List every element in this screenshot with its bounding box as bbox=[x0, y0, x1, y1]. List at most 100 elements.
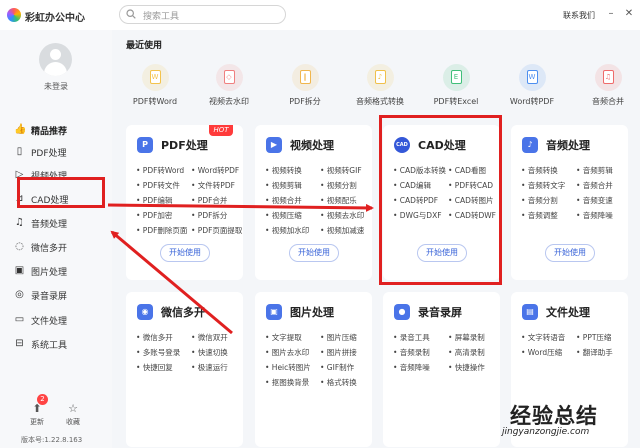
recent-tool-icon: ♫ bbox=[594, 64, 622, 91]
card-tool-link[interactable]: • 微信多开 bbox=[136, 332, 173, 343]
card-tool-link[interactable]: • 多账号登录 bbox=[136, 347, 180, 358]
card-tool-link[interactable]: • 视频合并 bbox=[265, 195, 302, 206]
card-tool-link[interactable]: • 抠图换背景 bbox=[265, 377, 309, 388]
recent-tool-icon: W bbox=[518, 64, 546, 91]
card-tool-link[interactable]: • 文字转语音 bbox=[521, 332, 565, 343]
pdf-icon: ▯ bbox=[16, 146, 23, 157]
card-tool-link[interactable]: • 格式转换 bbox=[320, 377, 357, 388]
card-tool-link[interactable]: • 音频调整 bbox=[521, 210, 558, 221]
card-tool-link[interactable]: • 视频剪辑 bbox=[265, 180, 302, 191]
card-tool-link[interactable]: • 翻译助手 bbox=[576, 347, 613, 358]
card-tool-link[interactable]: • 音频转换 bbox=[521, 165, 558, 176]
card-tool-link[interactable]: • Word转PDF bbox=[191, 165, 239, 176]
sidebar-item-system[interactable]: ⊟ 系统工具 bbox=[0, 333, 112, 355]
card-tool-link[interactable]: • 音频剪辑 bbox=[576, 165, 613, 176]
card-tool-link[interactable]: • 文字提取 bbox=[265, 332, 302, 343]
recent-item[interactable]: ♫ 音频合并 bbox=[571, 64, 640, 107]
contact-us-link[interactable]: 联系我们 bbox=[563, 10, 595, 21]
close-icon[interactable]: ✕ bbox=[623, 8, 635, 20]
card-tool-link[interactable]: • PDF转Word bbox=[136, 165, 184, 176]
start-use-button[interactable]: 开始使用 bbox=[160, 244, 210, 262]
sidebar-item-image[interactable]: ▣ 图片处理 bbox=[0, 260, 112, 282]
recent-item-label: PDF转Excel bbox=[433, 97, 479, 106]
sidebar-item-audio[interactable]: ♫ 音频处理 bbox=[0, 212, 112, 234]
recent-tool-glyph: ♫ bbox=[602, 70, 614, 84]
sidebar-item-record[interactable]: ◎ 录音录屏 bbox=[0, 284, 112, 306]
minimize-icon[interactable]: – bbox=[605, 8, 617, 20]
recent-item[interactable]: ◇ 视频去水印 bbox=[192, 64, 266, 107]
login-status[interactable]: 未登录 bbox=[0, 81, 112, 92]
card-tool-link[interactable]: • 音频变速 bbox=[576, 195, 613, 206]
card-tool-link[interactable]: • GIF制作 bbox=[320, 362, 354, 373]
card-tool-link[interactable]: • 快捷回复 bbox=[136, 362, 173, 373]
card-tool-link[interactable]: • 视频加水印 bbox=[265, 225, 309, 236]
card-tool-link[interactable]: • PDF删除页面 bbox=[136, 225, 187, 236]
watermark-brand: 经验总结 bbox=[510, 400, 598, 430]
sidebar-item-file[interactable]: ▭ 文件处理 bbox=[0, 309, 112, 331]
sidebar-item-pdf[interactable]: ▯ PDF处理 bbox=[0, 141, 112, 163]
card-tool-link[interactable]: • 音频合并 bbox=[576, 180, 613, 191]
recent-item[interactable]: W Word转PDF bbox=[495, 64, 569, 107]
sidebar-item-label: 图片处理 bbox=[31, 268, 68, 278]
watermark-brand-text: 经验总结 bbox=[510, 404, 598, 428]
card-tool-link[interactable]: • 视频加减速 bbox=[320, 225, 364, 236]
recent-item-label: Word转PDF bbox=[509, 97, 555, 106]
tool-card[interactable]: ◉ 微信多开 • 微信多开 • 微信双开 • 多账号登录 • 快速切换 • 快捷回复 • 极速… bbox=[126, 292, 243, 447]
start-use-button[interactable]: 开始使用 bbox=[545, 244, 595, 262]
card-tool-link[interactable]: • 微信双开 bbox=[191, 332, 228, 343]
card-tool-link[interactable]: • 极速运行 bbox=[191, 362, 228, 373]
card-tool-link[interactable]: • 视频转GIF bbox=[320, 165, 362, 176]
card-title: PDF处理 bbox=[161, 139, 208, 152]
card-tool-link[interactable]: • PPT压缩 bbox=[576, 332, 611, 343]
recent-item[interactable]: E PDF转Excel bbox=[419, 64, 493, 107]
recent-item[interactable]: W PDF转Word bbox=[118, 64, 192, 107]
folder-icon: ▭ bbox=[14, 314, 25, 325]
card-tool-link[interactable]: • 录音工具 bbox=[393, 332, 430, 343]
card-tool-link[interactable]: • 视频压缩 bbox=[265, 210, 302, 221]
card-tool-link[interactable]: • 音频转文字 bbox=[521, 180, 565, 191]
card-tool-link[interactable]: • 图片去水印 bbox=[265, 347, 309, 358]
card-tool-link[interactable]: • 音频降噪 bbox=[576, 210, 613, 221]
tool-card[interactable]: ▣ 图片处理 • 文字提取 • 图片压缩 • 图片去水印 • 图片拼接 • Heic转图片 •… bbox=[255, 292, 372, 447]
card-tool-link[interactable]: • 音频降噪 bbox=[393, 362, 430, 373]
card-tool-link[interactable]: • 高清录制 bbox=[448, 347, 485, 358]
card-tool-link[interactable]: • PDF加密 bbox=[136, 210, 172, 221]
start-use-button[interactable]: 开始使用 bbox=[289, 244, 339, 262]
card-tool-link[interactable]: • 图片拼接 bbox=[320, 347, 357, 358]
card-tool-link[interactable]: • 音频分割 bbox=[521, 195, 558, 206]
card-tool-link[interactable]: • 快捷操作 bbox=[448, 362, 485, 373]
recent-tool-glyph: ♪ bbox=[374, 70, 386, 84]
card-tool-link[interactable]: • 视频转换 bbox=[265, 165, 302, 176]
tool-card[interactable]: ▶ 视频处理 • 视频转换 • 视频转GIF • 视频剪辑 • 视频分割 • 视频合并 • 视… bbox=[255, 125, 372, 280]
collect-button[interactable]: ☆ 收藏 bbox=[61, 402, 85, 427]
sidebar-item-wechat[interactable]: ◌ 微信多开 bbox=[0, 236, 112, 258]
search-box[interactable]: 搜索工具 bbox=[119, 5, 286, 24]
card-tool-link[interactable]: • 视频去水印 bbox=[320, 210, 364, 221]
cad-sidebar-highlight bbox=[17, 177, 105, 208]
tool-card[interactable]: ♪ 音频处理 • 音频转换 • 音频剪辑 • 音频转文字 • 音频合并 • 音频分割 • 音频… bbox=[511, 125, 628, 280]
card-tool-link[interactable]: • 快速切换 bbox=[191, 347, 228, 358]
recent-item[interactable]: ‖ PDF拆分 bbox=[268, 64, 342, 107]
card-tool-link[interactable]: • 视频分割 bbox=[320, 180, 357, 191]
card-tool-link[interactable]: • PDF合并 bbox=[191, 195, 227, 206]
card-tool-link[interactable]: • PDF编辑 bbox=[136, 195, 172, 206]
avatar[interactable] bbox=[39, 43, 72, 76]
card-tool-link[interactable]: • 图片压缩 bbox=[320, 332, 357, 343]
card-tool-link[interactable]: • 视频配乐 bbox=[320, 195, 357, 206]
tool-card[interactable]: P PDF处理 HOT • PDF转Word • Word转PDF • PDF转文件 • 文… bbox=[126, 125, 243, 280]
update-button[interactable]: ⬆ 更新 bbox=[25, 402, 49, 427]
card-tool-link[interactable]: • Heic转图片 bbox=[265, 362, 311, 373]
card-tool-link[interactable]: • Word压缩 bbox=[521, 347, 562, 358]
card-tool-link[interactable]: • 屏幕录制 bbox=[448, 332, 485, 343]
recent-item[interactable]: ♪ 音频格式转换 bbox=[343, 64, 417, 107]
search-input[interactable]: 搜索工具 bbox=[143, 9, 179, 22]
card-tool-link[interactable]: • PDF页面提取 bbox=[191, 225, 242, 236]
card-tool-link[interactable]: • PDF拆分 bbox=[191, 210, 227, 221]
search-icon bbox=[126, 9, 136, 19]
card-tool-link[interactable]: • 音频录制 bbox=[393, 347, 430, 358]
card-tool-link[interactable]: • PDF转文件 bbox=[136, 180, 180, 191]
app-window: 彩虹办公中心 搜索工具 联系我们 – ✕ 未登录 👍 精品推荐 ▯ PDF处理 … bbox=[0, 0, 640, 448]
sidebar-item-recommend[interactable]: 👍 精品推荐 bbox=[0, 119, 112, 141]
tool-card[interactable]: ● 录音录屏 • 录音工具 • 屏幕录制 • 音频录制 • 高清录制 • 音频降噪 • 快捷操… bbox=[383, 292, 500, 447]
card-tool-link[interactable]: • 文件转PDF bbox=[191, 180, 235, 191]
